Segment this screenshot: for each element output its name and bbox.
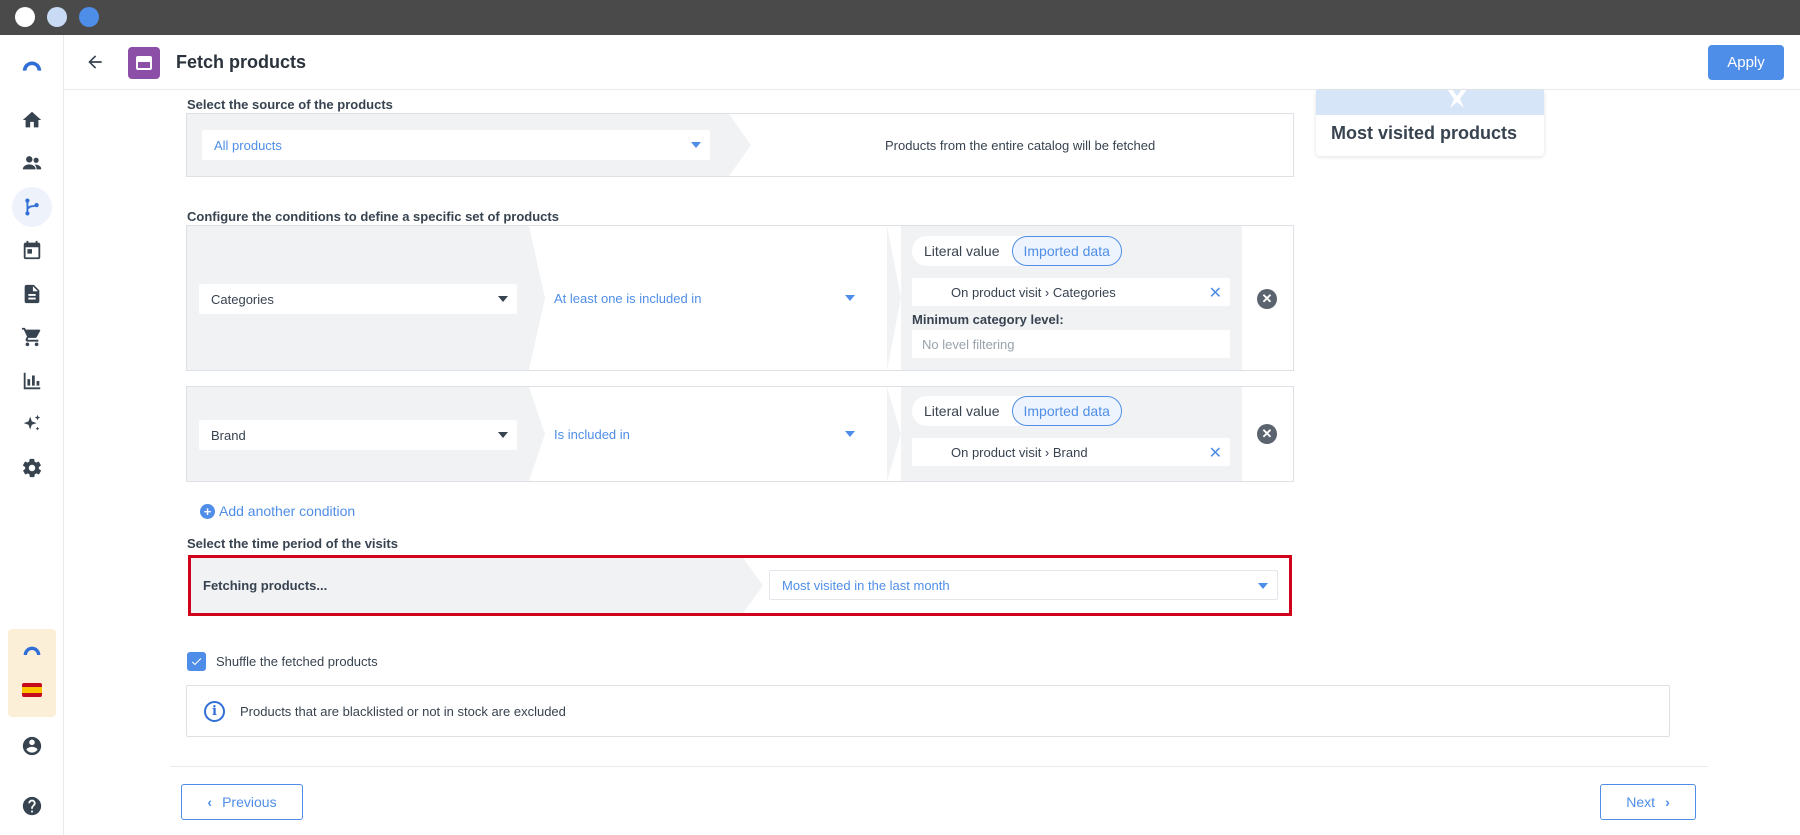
cart-icon[interactable] — [12, 317, 52, 357]
source-description: Products from the entire catalog will be… — [885, 138, 1156, 153]
brand-logo-icon — [22, 643, 42, 655]
sparkle-icon[interactable] — [12, 404, 52, 444]
chevron-down-icon — [498, 296, 508, 302]
account-icon[interactable] — [12, 726, 52, 766]
previous-label: Previous — [222, 794, 277, 810]
language-panel — [8, 629, 56, 717]
footer-divider — [170, 766, 1708, 767]
imported-value-field[interactable]: On product visit › Categories ✕ — [912, 278, 1230, 306]
apply-button[interactable]: Apply — [1708, 45, 1784, 80]
page-title: Fetch products — [176, 52, 307, 72]
people-icon[interactable] — [12, 143, 52, 183]
preview-card: Most visited products — [1316, 90, 1544, 156]
condition-operator-select[interactable]: At least one is included in — [554, 283, 864, 313]
info-box: i Products that are blacklisted or not i… — [186, 685, 1670, 737]
previous-button[interactable]: ‹ Previous — [181, 784, 303, 820]
info-icon: i — [204, 701, 225, 722]
clear-value-icon[interactable]: ✕ — [1209, 443, 1222, 463]
min-level-input[interactable]: No level filtering — [912, 330, 1230, 358]
period-row: Fetching products... Most visited in the… — [188, 555, 1292, 616]
imported-data-tab[interactable]: Imported data — [1011, 396, 1122, 426]
conditions-heading: Configure the conditions to define a spe… — [187, 209, 559, 224]
literal-value-tab[interactable]: Literal value — [912, 396, 1012, 426]
condition-field-chevron — [529, 387, 545, 481]
maximize-window-dot[interactable] — [79, 7, 99, 27]
plus-circle-icon: + — [200, 503, 215, 519]
condition-operator-value: At least one is included in — [554, 290, 702, 306]
chevron-down-icon — [845, 295, 855, 301]
min-level-placeholder: No level filtering — [922, 336, 1015, 352]
source-row: All products Products from the entire ca… — [186, 113, 1294, 177]
document-icon[interactable] — [12, 274, 52, 314]
home-icon[interactable] — [12, 100, 52, 140]
shuffle-label: Shuffle the fetched products — [216, 654, 378, 669]
condition-field-select[interactable]: Brand — [199, 420, 517, 450]
add-condition-label: Add another condition — [219, 503, 356, 519]
add-condition-link[interactable]: + Add another condition — [200, 503, 355, 519]
period-heading: Select the time period of the visits — [187, 536, 398, 551]
window-titlebar — [0, 0, 1800, 35]
condition-field-select[interactable]: Categories — [199, 284, 517, 314]
condition-row: Brand Is included in Literal value Impor… — [186, 386, 1294, 482]
info-text: Products that are blacklisted or not in … — [240, 704, 566, 719]
next-button[interactable]: Next › — [1600, 784, 1696, 820]
source-select[interactable]: All products — [202, 130, 710, 160]
help-icon[interactable] — [12, 786, 52, 826]
fetch-products-app-icon — [128, 47, 160, 79]
value-source-toggle: Literal value Imported data — [912, 236, 1122, 266]
remove-condition-icon[interactable]: ✕ — [1257, 289, 1277, 309]
condition-row: Categories At least one is included in L… — [186, 225, 1294, 371]
sidebar — [0, 35, 64, 835]
period-chevron — [743, 558, 763, 613]
close-window-dot[interactable] — [15, 7, 35, 27]
remove-condition-icon[interactable]: ✕ — [1257, 424, 1277, 444]
minimize-window-dot[interactable] — [47, 7, 67, 27]
clear-value-icon[interactable]: ✕ — [1209, 283, 1222, 303]
back-arrow-icon[interactable] — [82, 49, 108, 75]
value-source-toggle: Literal value Imported data — [912, 396, 1122, 426]
period-select[interactable]: Most visited in the last month — [769, 570, 1278, 600]
ribbon-icon — [1447, 90, 1467, 108]
condition-operator-select[interactable]: Is included in — [554, 419, 864, 449]
settings-icon[interactable] — [12, 448, 52, 488]
chevron-right-icon: › — [1665, 794, 1670, 810]
condition-value-chevron — [887, 226, 901, 370]
logo-icon[interactable] — [12, 47, 52, 87]
literal-value-tab[interactable]: Literal value — [912, 236, 1012, 266]
imported-value-text: On product visit › Categories — [951, 284, 1116, 300]
calendar-icon[interactable] — [12, 230, 52, 270]
spain-flag-icon[interactable] — [22, 683, 42, 697]
period-select-value: Most visited in the last month — [782, 577, 950, 593]
chevron-down-icon — [498, 432, 508, 438]
top-bar: Fetch products Apply — [64, 35, 1800, 90]
condition-operator-value: Is included in — [554, 426, 630, 442]
chevron-left-icon: ‹ — [207, 794, 213, 810]
source-heading: Select the source of the products — [187, 97, 393, 112]
condition-field-value: Brand — [211, 427, 246, 443]
chart-icon[interactable] — [12, 361, 52, 401]
min-level-label: Minimum category level: — [912, 312, 1064, 327]
flow-icon[interactable] — [12, 187, 52, 227]
chevron-down-icon — [845, 431, 855, 437]
imported-value-field[interactable]: On product visit › Brand ✕ — [912, 438, 1230, 466]
chevron-down-icon — [1258, 583, 1268, 589]
imported-data-tab[interactable]: Imported data — [1011, 236, 1122, 266]
preview-image — [1316, 90, 1544, 115]
source-chevron — [729, 114, 751, 176]
condition-field-value: Categories — [211, 291, 274, 307]
shuffle-checkbox[interactable] — [187, 652, 206, 671]
chevron-down-icon — [691, 142, 701, 148]
period-prefix: Fetching products... — [203, 578, 328, 593]
source-select-value: All products — [214, 137, 282, 153]
imported-value-text: On product visit › Brand — [951, 444, 1088, 460]
check-icon — [191, 658, 202, 666]
condition-field-chevron — [529, 226, 545, 370]
condition-value-chevron — [887, 387, 901, 481]
preview-label: Most visited products — [1331, 123, 1518, 143]
next-label: Next — [1626, 794, 1656, 810]
